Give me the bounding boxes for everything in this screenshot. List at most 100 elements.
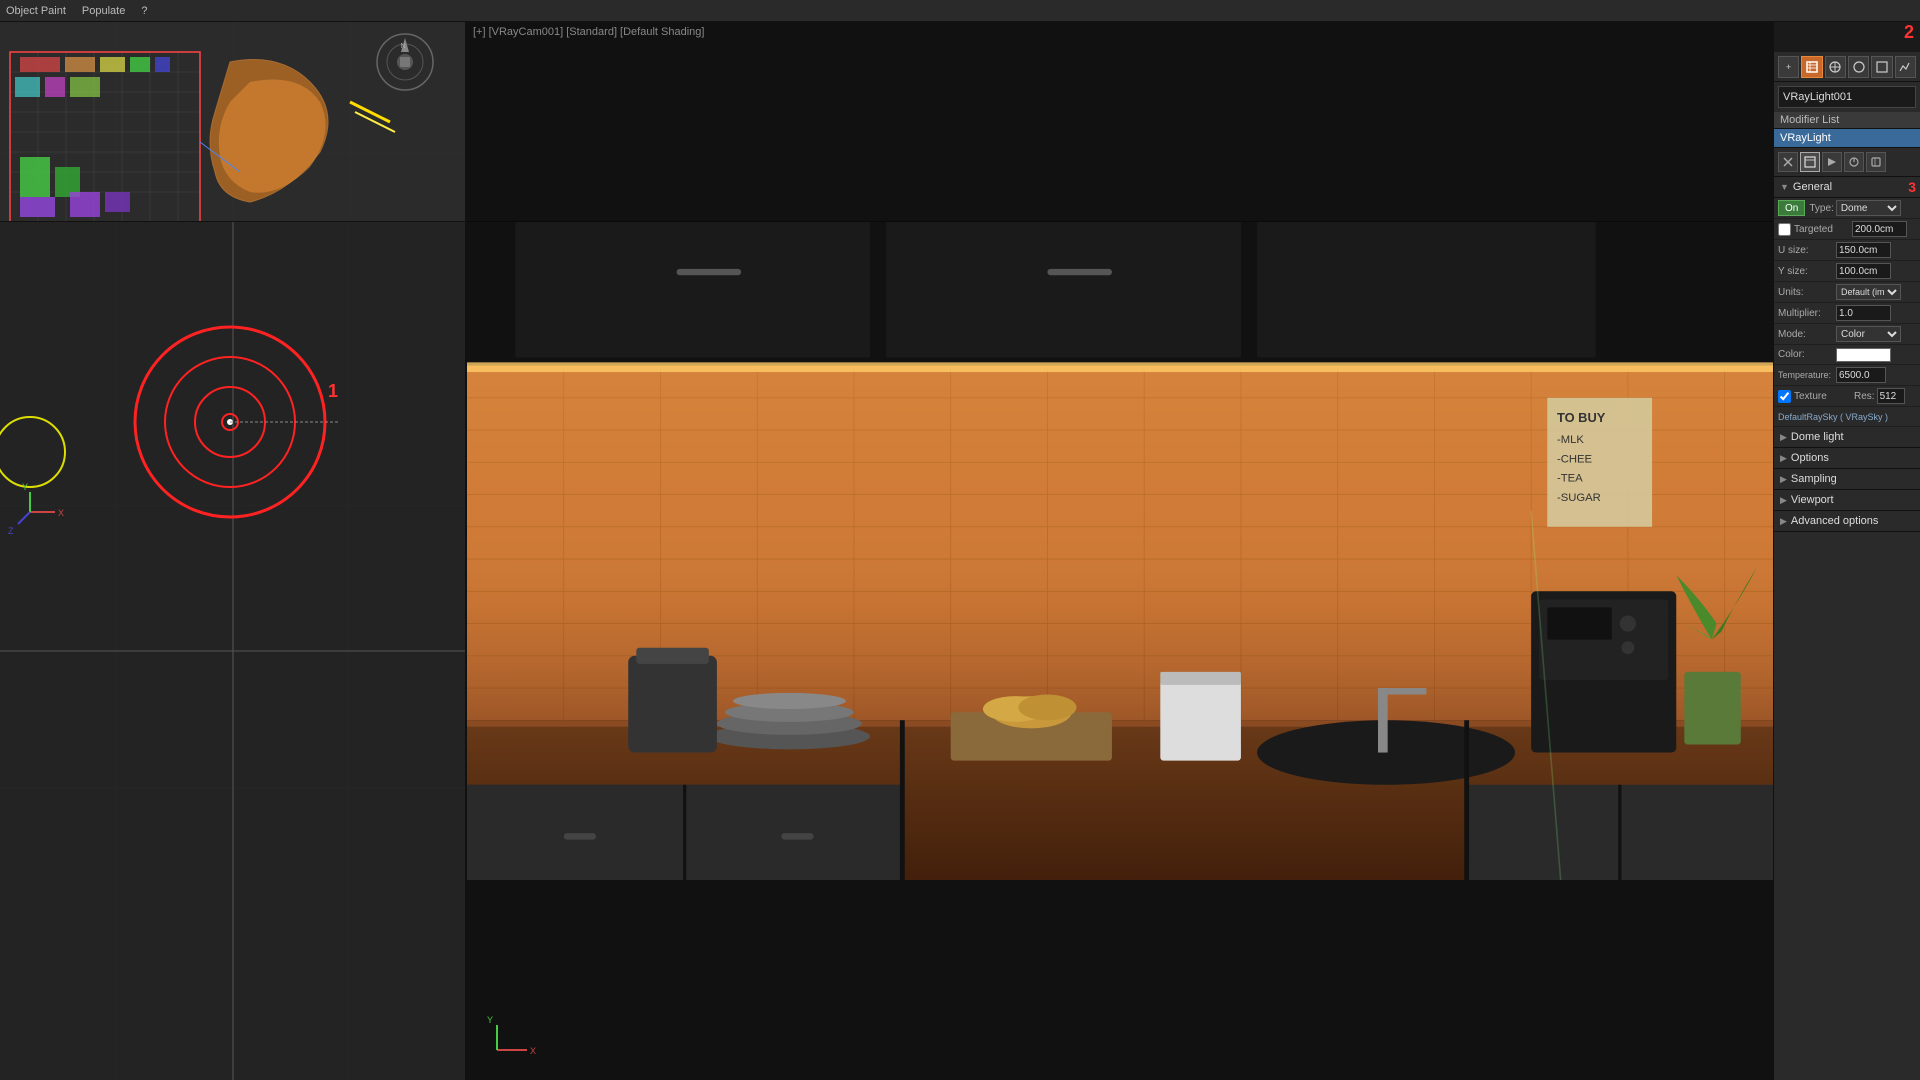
mode-label: Mode: <box>1778 329 1836 340</box>
dome-light-arrow: ▶ <box>1780 432 1787 443</box>
top-left-viewport[interactable]: N <box>0 22 465 222</box>
general-label: General <box>1793 181 1832 193</box>
modifier-vraylight[interactable]: VRayLight <box>1774 129 1920 148</box>
compass: N <box>375 32 435 92</box>
units-row: Units: Default (image) Luminous power <box>1774 282 1920 303</box>
svg-text:X: X <box>530 1046 536 1056</box>
svg-text:Y: Y <box>487 1015 493 1025</box>
edit-button[interactable] <box>1801 56 1822 78</box>
pin-button[interactable] <box>1778 152 1798 172</box>
menu-populate[interactable]: Populate <box>82 5 125 17</box>
targeted-row: Targeted <box>1774 219 1920 240</box>
graph-button[interactable] <box>1895 56 1916 78</box>
color-row: Color: <box>1774 345 1920 365</box>
texture-row: Texture Res: <box>1774 386 1920 407</box>
viewport-label: [+] [VRayCam001] [Standard] [Default Sha… <box>473 26 704 38</box>
menu-help[interactable]: ? <box>141 5 147 17</box>
units-select[interactable]: Default (image) Luminous power <box>1836 284 1901 300</box>
texture-name[interactable]: DefaultRaySky ( VRaySky ) <box>1778 412 1888 422</box>
main-layout: N <box>0 22 1920 1080</box>
temperature-value[interactable] <box>1836 367 1886 383</box>
svg-text:N: N <box>400 43 405 50</box>
track-button[interactable] <box>1825 56 1846 78</box>
options-section-header[interactable]: ▶ Options <box>1774 448 1920 469</box>
res-value[interactable] <box>1877 388 1905 404</box>
top-bar: Object Paint Populate ? <box>0 0 1920 22</box>
y-size-row: Y size: <box>1774 261 1920 282</box>
sphere-button[interactable] <box>1871 56 1892 78</box>
color-swatch[interactable] <box>1836 348 1891 362</box>
y-size-label: Y size: <box>1778 266 1836 277</box>
utility-button[interactable] <box>1866 152 1886 172</box>
sampling-label: Sampling <box>1791 473 1837 485</box>
mode-select[interactable]: Color Temperature <box>1836 326 1901 342</box>
targeted-value[interactable] <box>1852 221 1907 237</box>
svg-text:Z: Z <box>8 526 14 536</box>
color-label: Color: <box>1778 349 1836 360</box>
targeted-checkbox[interactable] <box>1778 223 1791 236</box>
render-button[interactable] <box>1848 56 1869 78</box>
advanced-arrow: ▶ <box>1780 516 1787 527</box>
targeted-label: Targeted <box>1794 224 1852 235</box>
multiplier-label: Multiplier: <box>1778 308 1836 319</box>
svg-text:-MLK: -MLK <box>1557 434 1584 446</box>
panel-button[interactable] <box>1800 152 1820 172</box>
texture-checkbox[interactable] <box>1778 390 1791 403</box>
advanced-options-section-header[interactable]: ▶ Advanced options <box>1774 511 1920 532</box>
temperature-label: Temperature: <box>1778 370 1836 380</box>
dome-light-label: Dome light <box>1791 431 1844 443</box>
badge-3: 3 <box>1908 179 1916 195</box>
svg-text:-SUGAR: -SUGAR <box>1557 492 1601 504</box>
add-button[interactable]: + <box>1778 56 1799 78</box>
properties-area: ▼ General 3 On Type: Dome Sphere Mesh Ta… <box>1774 177 1920 532</box>
svg-text:X: X <box>58 508 64 518</box>
mode-row: Mode: Color Temperature <box>1774 324 1920 345</box>
bottom-center-viewport[interactable]: X Y <box>467 880 1773 1080</box>
main-render-viewport[interactable]: TO BUY -MLK -CHEE -TEA -SUGAR <box>467 222 1773 880</box>
type-label: Type: <box>1809 203 1833 214</box>
top-center-viewport[interactable]: [+] [VRayCam001] [Standard] [Default Sha… <box>467 22 1773 222</box>
options-label: Options <box>1791 452 1829 464</box>
sampling-arrow: ▶ <box>1780 474 1787 485</box>
light-name-input[interactable] <box>1778 86 1916 108</box>
sampling-section-header[interactable]: ▶ Sampling <box>1774 469 1920 490</box>
render-sub-button[interactable] <box>1822 152 1842 172</box>
svg-text:-TEA: -TEA <box>1557 473 1583 485</box>
multiplier-row: Multiplier: <box>1774 303 1920 324</box>
viewport-section-header[interactable]: ▶ Viewport <box>1774 490 1920 511</box>
svg-text:Y: Y <box>22 482 28 492</box>
u-size-label: U size: <box>1778 245 1836 256</box>
right-panel: 2 + <box>1773 22 1920 1080</box>
res-label: Res: <box>1854 391 1875 402</box>
left-panel: N <box>0 22 467 1080</box>
texture-label: Texture <box>1794 391 1852 402</box>
svg-text:1: 1 <box>328 381 338 401</box>
menu-object-paint[interactable]: Object Paint <box>6 5 66 17</box>
u-size-value[interactable] <box>1836 242 1891 258</box>
badge-2: 2 <box>1904 22 1914 43</box>
options-arrow: ▶ <box>1780 453 1787 464</box>
sub-toolbar <box>1774 148 1920 177</box>
multiplier-value[interactable] <box>1836 305 1891 321</box>
units-label: Units: <box>1778 287 1836 298</box>
on-type-row: On Type: Dome Sphere Mesh <box>1774 198 1920 219</box>
u-size-row: U size: <box>1774 240 1920 261</box>
on-button[interactable]: On <box>1778 200 1805 216</box>
type-select[interactable]: Dome Sphere Mesh <box>1836 200 1901 216</box>
viewport-arrow: ▶ <box>1780 495 1787 506</box>
general-section-header[interactable]: ▼ General 3 <box>1774 177 1920 198</box>
general-arrow: ▼ <box>1780 182 1789 192</box>
advanced-options-label: Advanced options <box>1791 515 1878 527</box>
modifier-list-label: Modifier List <box>1774 112 1920 129</box>
svg-text:TO BUY: TO BUY <box>1557 410 1606 425</box>
right-toolbar: + <box>1774 52 1920 82</box>
center-area: [+] [VRayCam001] [Standard] [Default Sha… <box>467 22 1773 1080</box>
y-size-value[interactable] <box>1836 263 1891 279</box>
motion-button[interactable] <box>1844 152 1864 172</box>
svg-text:-CHEE: -CHEE <box>1557 453 1593 465</box>
bottom-left-viewport[interactable]: 1 X Y Z <box>0 222 465 1080</box>
dome-light-section-header[interactable]: ▶ Dome light <box>1774 427 1920 448</box>
texture-name-row: DefaultRaySky ( VRaySky ) <box>1774 407 1920 427</box>
viewport-label-right: Viewport <box>1791 494 1834 506</box>
temperature-row: Temperature: <box>1774 365 1920 386</box>
